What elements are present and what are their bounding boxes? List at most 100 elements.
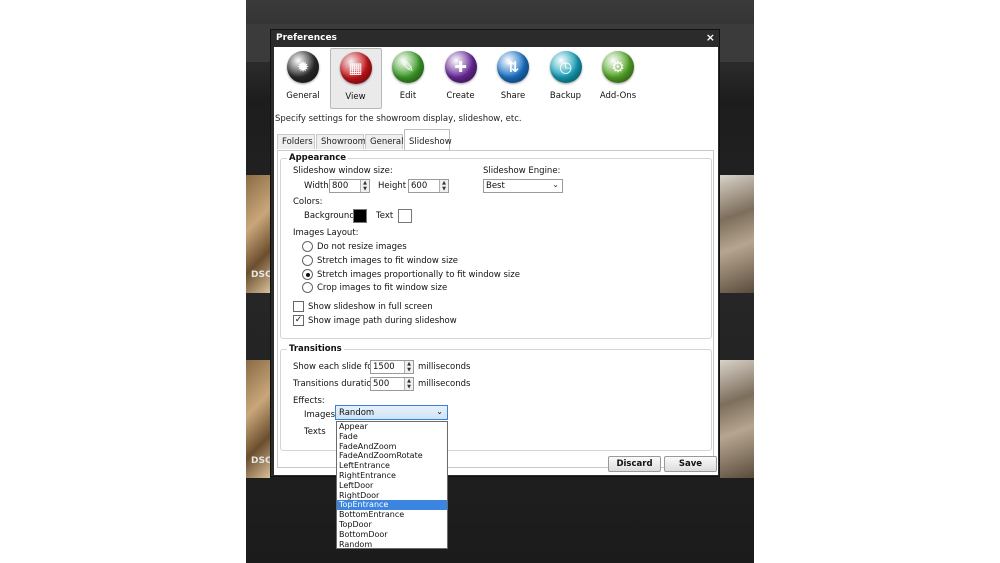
- tab-folders[interactable]: Folders: [277, 134, 315, 149]
- toolbar-general-button[interactable]: ✹ General: [277, 48, 329, 109]
- milliseconds-label: milliseconds: [418, 362, 471, 372]
- transitions-title: Transitions: [287, 344, 344, 354]
- toolbar-edit-button[interactable]: ✎ Edit: [382, 48, 434, 109]
- close-button[interactable]: ×: [706, 31, 715, 44]
- edit-pen-icon: ✎: [392, 51, 424, 83]
- appearance-group: Appearance Slideshow window size: Width …: [280, 153, 712, 339]
- toolbar-create-button[interactable]: ✚ Create: [435, 48, 487, 109]
- tab-general[interactable]: General: [365, 134, 404, 149]
- layout-radio-no-resize[interactable]: [302, 241, 313, 252]
- width-label: Width: [304, 181, 329, 191]
- chevron-down-icon: ⌄: [552, 180, 559, 189]
- toolbar-label: Add-Ons: [599, 91, 637, 101]
- create-document-icon: ✚: [444, 51, 477, 83]
- width-spinner[interactable]: 800 ▲ ▼: [329, 179, 370, 193]
- milliseconds-label: milliseconds: [418, 379, 471, 389]
- effect-option[interactable]: RightDoor: [337, 491, 447, 501]
- duration-spin-arrows[interactable]: ▲ ▼: [404, 378, 413, 390]
- effect-option[interactable]: LeftDoor: [337, 481, 447, 491]
- engine-label: Slideshow Engine:: [483, 166, 561, 176]
- effects-dropdown-list: Appear Fade FadeAndZoom FadeAndZoomRotate Le…: [336, 421, 448, 549]
- colors-label: Colors:: [293, 197, 323, 207]
- duration-value: 500: [373, 379, 390, 389]
- fullscreen-checkbox[interactable]: [293, 301, 304, 312]
- tab-slideshow[interactable]: Slideshow: [404, 129, 452, 150]
- effect-option[interactable]: RightEntrance: [337, 471, 447, 481]
- background-color-swatch[interactable]: [353, 209, 367, 223]
- effect-option[interactable]: Appear: [337, 422, 447, 432]
- layout-option-label: Crop images to fit window size: [317, 283, 448, 293]
- toolbar-share-button[interactable]: ⇅ Share: [487, 48, 539, 109]
- show-each-spin-arrows[interactable]: ▲ ▼: [404, 361, 413, 373]
- show-each-value: 1500: [373, 362, 395, 372]
- layout-option-label: Stretch images proportionally to fit win…: [317, 270, 520, 280]
- layout-radio-crop[interactable]: [302, 282, 313, 293]
- background-color-label: Background: [304, 211, 355, 221]
- effect-option[interactable]: TopDoor: [337, 520, 447, 530]
- height-spin-arrows[interactable]: ▲ ▼: [439, 180, 448, 192]
- show-path-checkbox[interactable]: ✓: [293, 315, 304, 326]
- toolbar-label: View: [345, 92, 366, 102]
- background-thumbnail-label: DSC: [251, 456, 272, 466]
- effect-option[interactable]: LeftEntrance: [337, 461, 447, 471]
- effects-label: Effects:: [293, 396, 325, 406]
- effect-option[interactable]: BottomEntrance: [337, 510, 447, 520]
- effect-option[interactable]: Random: [337, 540, 447, 550]
- images-effect-select[interactable]: Random ⌄: [335, 405, 448, 420]
- dialog-titlebar[interactable]: Preferences ×: [271, 30, 719, 46]
- toolbar-label: Create: [446, 91, 475, 101]
- layout-radio-proportional[interactable]: [302, 269, 313, 280]
- save-button[interactable]: Save: [664, 456, 717, 472]
- duration-spinner[interactable]: 500 ▲ ▼: [370, 377, 414, 391]
- images-effect-value: Random: [339, 408, 375, 418]
- toolbar-label: Edit: [399, 91, 417, 101]
- toolbar-label: General: [286, 91, 320, 101]
- effect-option[interactable]: TopEntrance: [337, 500, 447, 511]
- text-color-swatch[interactable]: [398, 209, 412, 223]
- texts-effect-label: Texts: [304, 427, 326, 437]
- dialog-title: Preferences: [276, 33, 337, 43]
- show-path-label: Show image path during slideshow: [308, 316, 457, 326]
- height-label: Height: [378, 181, 407, 191]
- general-gear-icon: ✹: [287, 51, 319, 83]
- backup-clock-icon: ◷: [549, 51, 582, 83]
- window-size-label: Slideshow window size:: [293, 166, 393, 176]
- duration-label: Transitions duration:: [293, 379, 380, 389]
- share-arrows-icon: ⇅: [497, 51, 529, 83]
- effect-option[interactable]: Fade: [337, 432, 447, 442]
- show-each-label: Show each slide for: [293, 362, 377, 372]
- layout-option-label: Do not resize images: [317, 242, 407, 252]
- height-value: 600: [411, 181, 428, 191]
- addons-gears-icon: ⚙: [602, 51, 634, 83]
- images-layout-label: Images Layout:: [293, 228, 359, 238]
- width-spin-arrows[interactable]: ▲ ▼: [360, 180, 369, 192]
- appearance-title: Appearance: [287, 153, 349, 163]
- background-thumbnail-right-bottom: [720, 360, 754, 478]
- tab-showroom[interactable]: Showroom: [316, 134, 366, 149]
- toolbar-backup-button[interactable]: ◷ Backup: [540, 48, 592, 109]
- toolbar-label: Backup: [549, 91, 582, 101]
- toolbar-add-ons-button[interactable]: ⚙ Add-Ons: [592, 48, 644, 109]
- text-color-label: Text: [376, 211, 394, 221]
- effect-option[interactable]: FadeAndZoomRotate: [337, 451, 447, 461]
- fullscreen-label: Show slideshow in full screen: [308, 302, 433, 312]
- toolbar-label: Share: [500, 91, 526, 101]
- background-thumbnail-right-top: [720, 175, 754, 293]
- width-value: 800: [332, 181, 349, 191]
- layout-radio-stretch[interactable]: [302, 255, 313, 266]
- engine-value: Best: [486, 181, 505, 191]
- effect-option[interactable]: BottomDoor: [337, 530, 447, 540]
- engine-select[interactable]: Best ⌄: [483, 179, 563, 193]
- background-thumbnail-label: DSC: [251, 270, 272, 280]
- height-spinner[interactable]: 600 ▲ ▼: [408, 179, 449, 193]
- show-each-spinner[interactable]: 1500 ▲ ▼: [370, 360, 414, 374]
- discard-button[interactable]: Discard: [608, 456, 661, 472]
- chevron-down-icon: ⌄: [436, 407, 443, 416]
- toolbar-view-button[interactable]: ▦ View: [329, 48, 382, 109]
- layout-option-label: Stretch images to fit window size: [317, 256, 459, 266]
- settings-hint: Specify settings for the showroom displa…: [275, 114, 522, 124]
- effect-option[interactable]: FadeAndZoom: [337, 442, 447, 452]
- view-filmstrip-icon: ▦: [339, 52, 372, 84]
- images-effect-label: Images: [304, 410, 336, 420]
- category-toolbar: ✹ General ▦ View ✎ Edit ✚ Create ⇅ Share ◷ Backup ⚙ A…: [274, 47, 718, 109]
